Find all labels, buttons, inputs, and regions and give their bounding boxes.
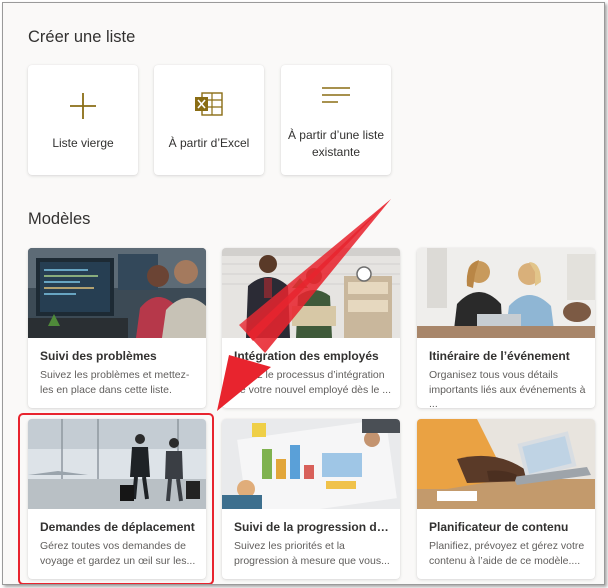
blank-list-card[interactable]: Liste vierge [28,65,138,175]
template-title: Planificateur de contenu [429,520,569,534]
template-title: Suivi de la progression des ... [234,520,392,534]
create-list-heading: Créer une liste [28,28,136,46]
issue-tracker-image [28,248,206,338]
template-title: Intégration des employés [234,349,379,363]
create-list-panel: Créer une liste Liste vierge À partir d’… [2,2,605,585]
template-employee-onboarding[interactable]: Intégration des employés Gérez le proces… [222,248,400,408]
blank-list-label: Liste vierge [52,136,114,150]
template-description: Organisez tous vous détails importants l… [429,369,586,408]
template-description: Suivez les problèmes et mettez-les en pl… [40,369,190,396]
from-existing-list-label: À partir d’une liste existante [287,128,385,159]
event-itinerary-image [417,248,595,338]
from-excel-card[interactable]: À partir d’Excel [154,65,264,175]
templates-heading: Modèles [28,210,91,228]
from-existing-list-card[interactable]: À partir d’une liste existante [281,65,391,175]
from-excel-label: À partir d’Excel [168,136,250,150]
employee-onboarding-image [222,248,400,338]
template-description: Gérez le processus d’intégration de votr… [234,369,392,396]
template-title: Suivi des problèmes [40,349,157,363]
template-description: Planifiez, prévoyez et gérez votre conte… [429,540,585,567]
list-lines-icon [281,85,391,115]
template-content-scheduler[interactable]: Planificateur de contenu Planifiez, prév… [417,419,595,579]
plus-icon [28,91,138,121]
work-progress-image [222,419,400,520]
template-title: Itinéraire de l’événement [429,349,570,363]
template-work-progress-tracker[interactable]: Suivi de la progression des ... Suivez l… [222,419,400,579]
excel-icon [154,91,264,121]
template-event-itinerary[interactable]: Itinéraire de l’événement Organisez tous… [417,248,595,408]
template-issue-tracker[interactable]: Suivi des problèmes Suivez les problèmes… [28,248,206,408]
highlight-box [18,413,214,584]
content-scheduler-image [417,419,595,509]
template-description: Suivez les priorités et la progression à… [234,540,390,567]
